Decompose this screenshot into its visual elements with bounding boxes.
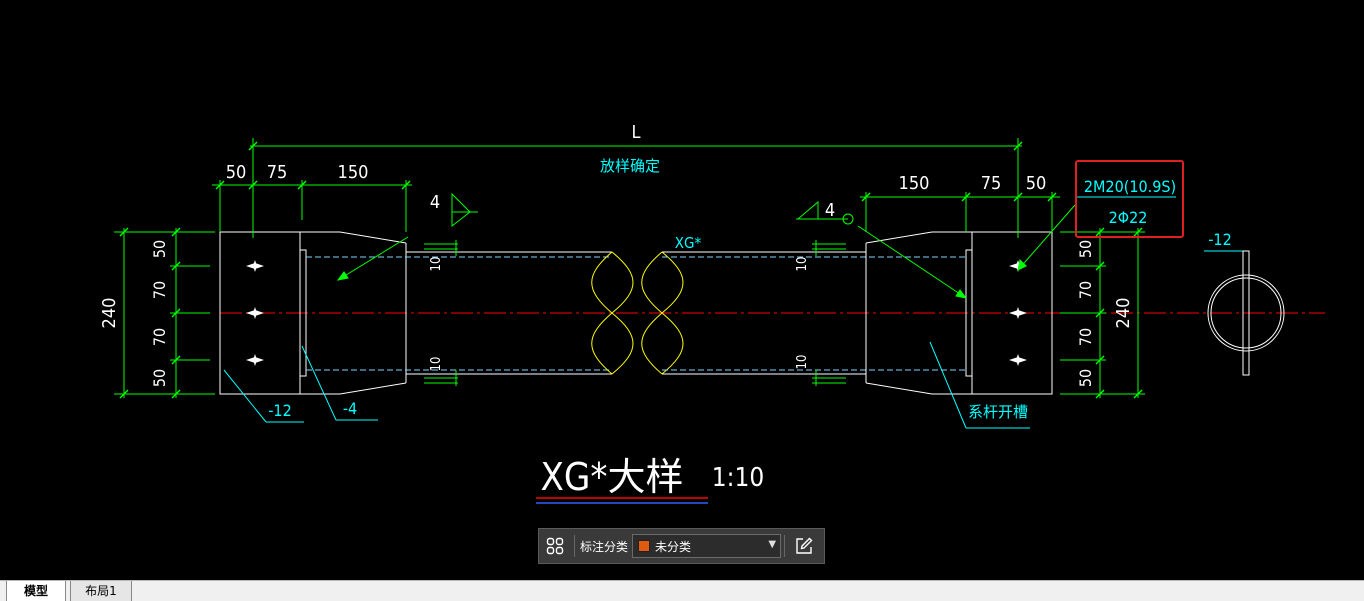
weld-size-left: 4 [430,192,440,213]
dim-overall-length: L [631,122,640,143]
member-tag: XG* [675,234,702,252]
bolt-spec: 2M20(10.9S) [1084,177,1176,196]
weld-size-right: 4 [825,200,835,221]
dim-top-right-2: 50 [1026,173,1047,194]
dim-top-right-0: 150 [899,173,930,194]
dim-side-right-2: 70 [1076,328,1095,346]
dim-side-left-3: 50 [150,369,169,387]
category-color-swatch [638,540,651,552]
dim-side-right-3: 50 [1076,369,1095,387]
category-select[interactable]: 未分类 ▼ [632,534,782,558]
dim-side-left-2: 70 [150,328,169,346]
dim-top-left-2: 150 [338,162,369,183]
annotation-category-toolbar: 标注分类 未分类 ▼ [538,528,825,564]
category-selected-value: 未分类 [655,539,692,554]
plate-thk-right-section: -12 [1208,230,1232,249]
layout-tab-bar: 模型 布局1 [0,580,1364,601]
dim-top-left-0: 50 [226,162,247,183]
toolbar-separator [574,535,575,557]
plate-thk-left: -12 [268,401,292,420]
category-label: 标注分类 [580,539,629,554]
dim-height-right: 240 [1113,298,1134,329]
drawing-scale: 1:10 [712,463,765,493]
dim-side-right-1: 70 [1076,281,1095,299]
hole-spec: 2Φ22 [1109,208,1148,227]
weld-len-br: 10 [795,355,810,370]
cad-drawing-canvas[interactable]: L 放样确定 50 75 150 150 75 50 4 4 XG* 2M20(… [0,0,1364,580]
dim-side-left-0: 50 [150,240,169,258]
dim-side-left-1: 70 [150,281,169,299]
toolbar-separator [784,535,786,557]
grid-icon[interactable] [539,529,571,563]
stiffener-thk: -4 [343,399,357,418]
dim-top-left-1: 75 [267,162,288,183]
weld-len-tr: 10 [795,257,810,272]
drawing-title: XG*大样 [540,455,683,499]
weld-len-bl: 10 [429,357,444,372]
chevron-down-icon: ▼ [768,539,777,550]
dim-side-right-0: 50 [1076,240,1095,258]
length-note: 放样确定 [600,157,660,175]
edit-icon[interactable] [788,529,820,563]
tab-layout1[interactable]: 布局1 [70,581,132,601]
tab-model[interactable]: 模型 [6,581,66,601]
weld-len-tl: 10 [429,257,444,272]
dim-top-right-1: 75 [981,173,1002,194]
dim-height-left: 240 [99,298,120,329]
slot-note: 系杆开槽 [968,403,1028,421]
